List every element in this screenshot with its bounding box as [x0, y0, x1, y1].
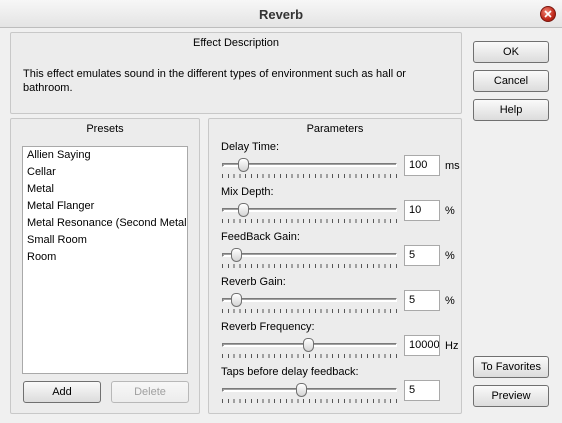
- title-bar: Reverb: [0, 0, 562, 28]
- help-button[interactable]: Help: [473, 99, 549, 121]
- feedback-gain-label: FeedBack Gain:: [221, 231, 300, 243]
- slider-ticks: [222, 354, 397, 358]
- taps-before-delay-feedback-slider[interactable]: [222, 382, 397, 404]
- list-item[interactable]: Metal: [23, 181, 187, 198]
- mix-depth-slider[interactable]: [222, 202, 397, 224]
- reverb-gain-label: Reverb Gain:: [221, 276, 286, 288]
- cancel-button[interactable]: Cancel: [473, 70, 549, 92]
- effect-description-panel: Effect Description This effect emulates …: [10, 32, 462, 114]
- taps-before-delay-feedback-input[interactable]: 5: [404, 380, 440, 401]
- list-item[interactable]: Cellar: [23, 164, 187, 181]
- list-item[interactable]: Metal Flanger: [23, 198, 187, 215]
- slider-track: [222, 253, 397, 257]
- add-preset-button[interactable]: Add: [23, 381, 101, 403]
- feedback-gain-input[interactable]: 5: [404, 245, 440, 266]
- delay-time-slider[interactable]: [222, 157, 397, 179]
- slider-ticks: [222, 264, 397, 268]
- mix-depth-label: Mix Depth:: [221, 186, 274, 198]
- reverb-frequency-slider[interactable]: [222, 337, 397, 359]
- slider-thumb[interactable]: [302, 338, 314, 352]
- reverb-gain-unit: %: [445, 295, 455, 307]
- reverb-gain-input[interactable]: 5: [404, 290, 440, 311]
- list-item[interactable]: Room: [23, 249, 187, 266]
- reverb-frequency-unit: Hz: [445, 340, 459, 352]
- slider-track: [222, 388, 397, 392]
- parameters-title: Parameters: [306, 123, 364, 135]
- reverb-frequency-label: Reverb Frequency:: [221, 321, 315, 333]
- close-icon[interactable]: [540, 6, 556, 22]
- effect-description-text: This effect emulates sound in the differ…: [23, 68, 406, 94]
- taps-before-delay-feedback-label: Taps before delay feedback:: [221, 366, 359, 378]
- list-item[interactable]: Allien Saying: [23, 147, 187, 164]
- slider-ticks: [222, 399, 397, 403]
- mix-depth-input[interactable]: 10: [404, 200, 440, 221]
- ok-button[interactable]: OK: [473, 41, 549, 63]
- window-title: Reverb: [258, 7, 304, 22]
- slider-thumb[interactable]: [231, 293, 242, 307]
- slider-thumb[interactable]: [295, 383, 307, 397]
- feedback-gain-unit: %: [445, 250, 455, 262]
- feedback-gain-slider[interactable]: [222, 247, 397, 269]
- slider-thumb[interactable]: [231, 248, 242, 262]
- slider-thumb[interactable]: [238, 158, 249, 172]
- effect-description-title: Effect Description: [192, 37, 279, 49]
- list-item[interactable]: Metal Resonance (Second Metal Version): [23, 215, 187, 232]
- delay-time-unit: ms: [445, 160, 460, 172]
- preview-button[interactable]: Preview: [473, 385, 549, 407]
- slider-track: [222, 298, 397, 302]
- list-item[interactable]: Small Room: [23, 232, 187, 249]
- slider-ticks: [222, 219, 397, 223]
- delay-time-label: Delay Time:: [221, 141, 280, 153]
- reverb-gain-slider[interactable]: [222, 292, 397, 314]
- to-favorites-button[interactable]: To Favorites: [473, 356, 549, 378]
- parameters-panel: Parameters Delay Time: 100 ms Mix Depth:…: [208, 118, 462, 414]
- mix-depth-unit: %: [445, 205, 455, 217]
- slider-ticks: [222, 174, 397, 178]
- slider-ticks: [222, 309, 397, 313]
- reverb-frequency-input[interactable]: 10000: [404, 335, 440, 356]
- presets-panel: Presets Allien Saying Cellar Metal Metal…: [10, 118, 200, 414]
- presets-list[interactable]: Allien Saying Cellar Metal Metal Flanger…: [22, 146, 188, 374]
- delete-preset-button: Delete: [111, 381, 189, 403]
- slider-thumb[interactable]: [238, 203, 249, 217]
- presets-title: Presets: [86, 123, 124, 135]
- delay-time-input[interactable]: 100: [404, 155, 440, 176]
